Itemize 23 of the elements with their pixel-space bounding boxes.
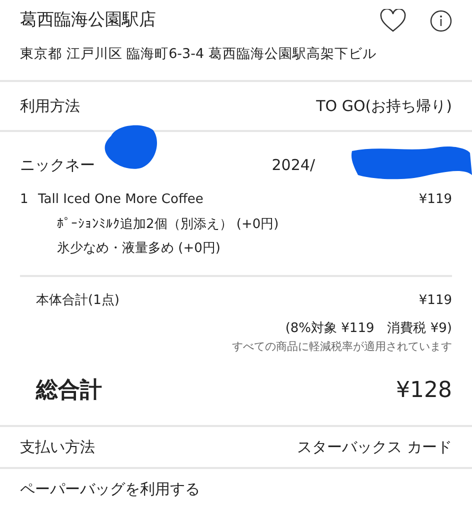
store-address: 東京都 江戸川区 臨海町6-3-4 葛西臨海公園駅高架下ビル bbox=[20, 44, 378, 64]
payment-label: 支払い方法 bbox=[20, 436, 95, 458]
item-quantity: 1 bbox=[20, 191, 30, 209]
tax-breakdown: (8%対象 ¥119 消費税 ¥9) bbox=[284, 320, 452, 338]
payment-value: スターバックス カード bbox=[297, 436, 452, 458]
total-value: ¥128 bbox=[396, 376, 452, 404]
item-name: Tall Iced One More Coffee bbox=[38, 191, 204, 209]
favorite-heart-icon[interactable] bbox=[380, 8, 406, 33]
redaction-scribble bbox=[103, 122, 159, 172]
usage-label: 利用方法 bbox=[20, 96, 80, 117]
item-price: ¥119 bbox=[418, 191, 452, 209]
subtotal-value: ¥119 bbox=[418, 292, 452, 310]
item-option: 氷少なめ・液量多め (+0円) bbox=[57, 239, 452, 258]
tax-note: すべての商品に軽減税率が適用されています bbox=[231, 338, 452, 354]
info-icon[interactable] bbox=[430, 10, 452, 32]
usage-value: TO GO(お持ち帰り) bbox=[316, 96, 452, 117]
nickname-label: ニックネー bbox=[20, 154, 95, 176]
store-name: 葛西臨海公園駅店 bbox=[20, 9, 156, 32]
order-date: 2024/ bbox=[272, 154, 315, 176]
paper-bag-option[interactable]: ペーパーバッグを利用する bbox=[20, 478, 200, 500]
item-option: ﾎﾟｰｼｮﾝﾐﾙｸ追加2個（別添え） (+0円) bbox=[57, 214, 452, 234]
subtotal-label: 本体合計(1点) bbox=[36, 292, 120, 310]
total-label: 総合計 bbox=[36, 376, 102, 404]
